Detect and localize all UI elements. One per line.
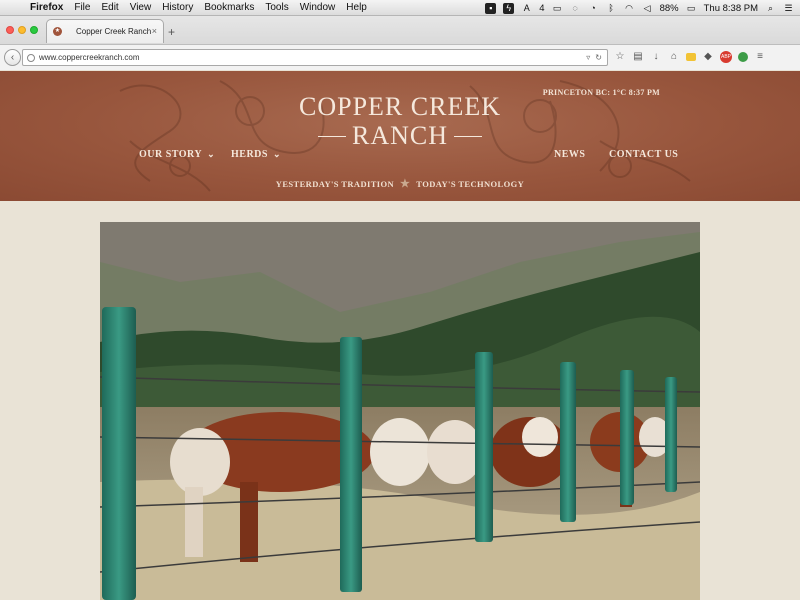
site-logo[interactable]: COPPER CREEK RANCH [0,93,800,151]
menu-history[interactable]: History [162,2,193,13]
nav-herds[interactable]: HERDS ⌄ [231,149,281,160]
spotlight-search-icon[interactable]: ⌕ [765,3,776,14]
site-header: PRINCETON BC: 1°C 8:37 PM COPPER CREEK R… [0,71,800,201]
hero-photo-cattle-at-fence [100,222,700,600]
menu-help[interactable]: Help [346,2,367,13]
globe-icon [27,53,35,62]
extension-note-icon[interactable] [686,53,696,61]
nav-our-story-label: OUR STORY [139,149,203,160]
reading-list-icon[interactable]: ▤ [632,51,644,63]
url-dropdown-icon[interactable]: ▿ [586,53,590,62]
navigation-toolbar: ‹ www.coppercreekranch.com ▿ ↻ ☆ ▤ ↓ ⌂ ◆… [0,44,800,70]
system-menu-bar: Firefox File Edit View History Bookmarks… [0,0,800,16]
nav-herds-label: HERDS [231,149,268,160]
bookmark-star-icon[interactable]: ☆ [614,51,626,63]
maximize-window-button[interactable] [30,26,38,34]
reload-icon[interactable]: ↻ [595,53,602,62]
menu-file[interactable]: File [74,2,90,13]
logo-line2: RANCH [351,121,448,150]
nav-news-label: NEWS [554,149,586,160]
time-machine-icon[interactable]: ◔ [588,3,599,14]
site-favicon-icon: ★ [53,27,62,36]
tagline-right: TODAY'S TECHNOLOGY [416,178,525,189]
hamburger-menu-icon[interactable]: ≡ [754,51,766,63]
extension-globe-icon[interactable] [738,52,748,62]
nav-news[interactable]: NEWS [554,149,585,160]
tab-title: Copper Creek Ranch [76,27,152,36]
chevron-down-icon: ⌄ [207,149,216,159]
nav-our-story[interactable]: OUR STORY ⌄ [139,149,215,160]
tagline-left: YESTERDAY'S TRADITION [275,178,395,189]
logo-rule-left [317,135,346,137]
menu-edit[interactable]: Edit [101,2,118,13]
star-icon: ★ [400,178,411,190]
url-text[interactable]: www.coppercreekranch.com [39,53,586,62]
tab-close-icon[interactable]: × [152,26,157,36]
app-tray-icon[interactable]: ▪ [485,2,497,14]
menu-app-firefox[interactable]: Firefox [30,2,63,13]
sync-icon[interactable]: ◌ [570,3,581,14]
minimize-window-button[interactable] [18,26,26,34]
browser-toolbar-icons: ☆ ▤ ↓ ⌂ ◆ ABP ≡ [614,51,766,63]
menu-bookmarks[interactable]: Bookmarks [204,2,254,13]
logo-row2: RANCH [0,121,800,151]
new-tab-button[interactable]: + [168,25,175,39]
bolt-tray-icon[interactable]: ϟ [503,2,515,14]
browser-tab-active[interactable]: ★ Copper Creek Ranch × [46,19,164,43]
tagline: YESTERDAY'S TRADITION ★ TODAY'S TECHNOLO… [0,177,800,190]
menu-window[interactable]: Window [300,2,336,13]
nav-contact-label: CONTACT US [609,149,679,160]
notification-center-icon[interactable]: ☰ [783,3,794,14]
menu-view[interactable]: View [130,2,152,13]
browser-chrome: ★ Copper Creek Ranch × + ‹ www.coppercre… [0,16,800,70]
battery-icon[interactable]: ▭ [686,3,697,14]
window-controls [6,26,38,34]
close-window-button[interactable] [6,26,14,34]
nav-contact-us[interactable]: CONTACT US [609,149,678,160]
volume-icon[interactable]: ◁ [642,3,653,14]
bluetooth-icon[interactable]: ᛒ [606,3,617,14]
clock[interactable]: Thu 8:38 PM [704,3,758,14]
battery-percent[interactable]: 88% [660,3,679,14]
home-icon[interactable]: ⌂ [668,51,680,63]
wifi-icon[interactable]: ◠ [624,3,635,14]
chevron-down-icon: ⌄ [272,149,281,159]
download-icon[interactable]: ↓ [650,51,662,63]
address-bar[interactable]: www.coppercreekranch.com ▿ ↻ [22,49,608,66]
adobe-tray-icon[interactable]: A [521,3,532,14]
badge-count: 4 [539,2,545,14]
logo-line1: COPPER CREEK [299,92,501,121]
airplay-icon[interactable]: ▭ [552,3,563,14]
menu-tools[interactable]: Tools [265,2,288,13]
status-tray: ▪ ϟ A 4 ▭ ◌ ◔ ᛒ ◠ ◁ 88% ▭ Thu 8:38 PM ⌕ … [485,0,794,16]
page-content [0,201,800,600]
back-button[interactable]: ‹ [4,49,21,66]
extension-tag-icon[interactable]: ◆ [702,51,714,63]
logo-rule-right [454,135,482,137]
adblock-icon[interactable]: ABP [720,51,732,63]
